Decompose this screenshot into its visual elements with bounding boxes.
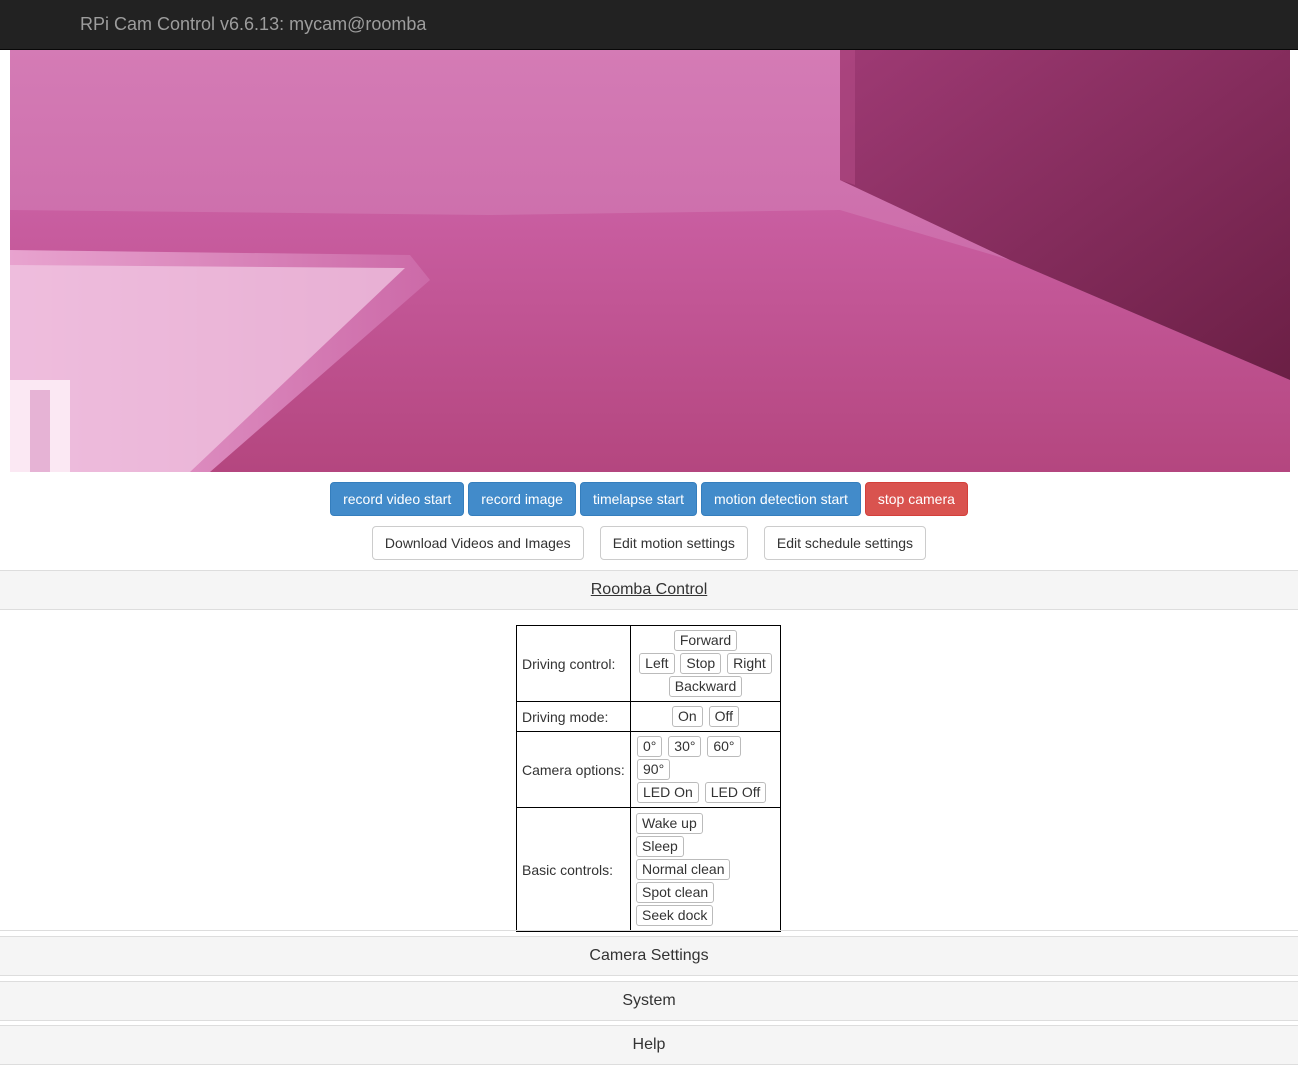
- camera-settings-panel-heading[interactable]: Camera Settings: [0, 936, 1298, 976]
- basic-controls-list: Wake up Sleep Normal clean Spot clean Se…: [630, 807, 781, 932]
- backward-button[interactable]: Backward: [668, 676, 743, 697]
- wake-up-button[interactable]: Wake up: [636, 813, 703, 834]
- driving-control-label: Driving control:: [516, 625, 631, 702]
- driving-mode-on-button[interactable]: On: [672, 706, 703, 727]
- timelapse-button[interactable]: timelapse start: [579, 482, 697, 516]
- camera-preview-image[interactable]: [10, 50, 1290, 472]
- stop-button[interactable]: Stop: [680, 653, 722, 674]
- angle-0-button[interactable]: 0°: [637, 736, 663, 757]
- camera-options-controls: 0° 30° 60° 90° LED On LED Off: [630, 731, 781, 808]
- panel-divider: [0, 930, 1298, 931]
- roomba-control-toggle[interactable]: Roomba Control: [591, 581, 708, 598]
- camera-action-toolbar: record video start record image timelaps…: [0, 482, 1298, 516]
- normal-clean-button[interactable]: Normal clean: [636, 859, 731, 880]
- settings-links-row: Download Videos and Images Edit motion s…: [0, 526, 1298, 560]
- driving-mode-controls: On Off: [630, 701, 781, 732]
- left-button[interactable]: Left: [639, 653, 675, 674]
- basic-controls-row: Basic controls: Wake up Sleep Normal cle…: [516, 807, 781, 932]
- seek-dock-button[interactable]: Seek dock: [636, 905, 714, 926]
- right-button[interactable]: Right: [727, 653, 772, 674]
- driving-control-row: Driving control: Forward Left Stop Right…: [516, 625, 781, 702]
- edit-motion-settings-button[interactable]: Edit motion settings: [599, 526, 748, 560]
- forward-button[interactable]: Forward: [673, 630, 738, 651]
- download-videos-button[interactable]: Download Videos and Images: [371, 526, 584, 560]
- navbar-title[interactable]: RPi Cam Control v6.6.13: mycam@roomba: [80, 13, 426, 35]
- preview-scene: [10, 50, 1290, 472]
- record-image-button[interactable]: record image: [468, 482, 576, 516]
- motion-detection-button[interactable]: motion detection start: [701, 482, 861, 516]
- record-video-button[interactable]: record video start: [330, 482, 465, 516]
- driving-mode-row: Driving mode: On Off: [516, 701, 781, 732]
- system-panel-heading[interactable]: System: [0, 981, 1298, 1021]
- driving-mode-off-button[interactable]: Off: [708, 706, 739, 727]
- led-off-button[interactable]: LED Off: [704, 782, 767, 803]
- led-on-button[interactable]: LED On: [637, 782, 699, 803]
- edit-schedule-settings-button[interactable]: Edit schedule settings: [763, 526, 927, 560]
- angle-90-button[interactable]: 90°: [637, 759, 671, 780]
- angle-30-button[interactable]: 30°: [668, 736, 702, 757]
- roomba-control-table: Driving control: Forward Left Stop Right…: [516, 625, 781, 932]
- driving-mode-label: Driving mode:: [516, 701, 631, 732]
- stop-camera-button[interactable]: stop camera: [864, 482, 968, 516]
- navbar: RPi Cam Control v6.6.13: mycam@roomba: [0, 0, 1298, 50]
- help-panel-heading[interactable]: Help: [0, 1025, 1298, 1065]
- sleep-button[interactable]: Sleep: [636, 836, 684, 857]
- driving-control-pad: Forward Left Stop Right Backward: [630, 625, 781, 702]
- angle-60-button[interactable]: 60°: [707, 736, 741, 757]
- basic-controls-label: Basic controls:: [516, 807, 631, 932]
- camera-options-label: Camera options:: [516, 731, 631, 808]
- roomba-control-panel-heading: Roomba Control: [0, 570, 1298, 610]
- spot-clean-button[interactable]: Spot clean: [636, 882, 715, 903]
- camera-options-row: Camera options: 0° 30° 60° 90° LED On LE…: [516, 731, 781, 808]
